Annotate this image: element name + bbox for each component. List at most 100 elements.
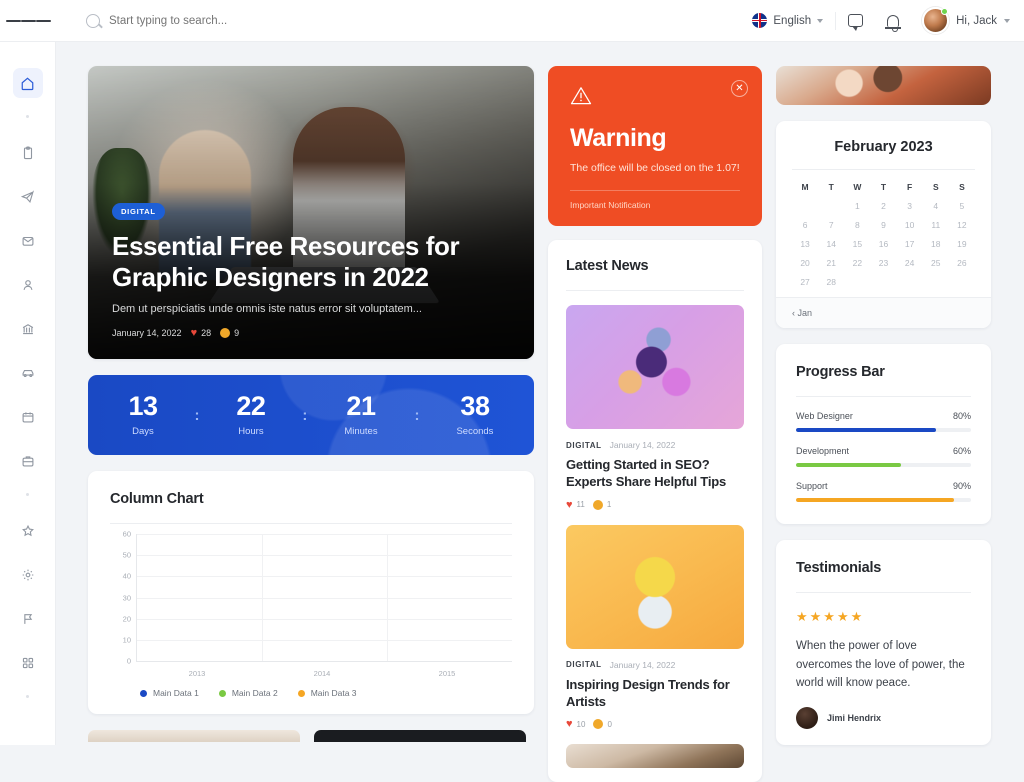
user-menu[interactable]: Hi, Jack [912,7,1010,34]
calendar-day[interactable]: 17 [897,239,923,249]
calendar-day[interactable]: 18 [923,239,949,249]
sidebar-item-users[interactable] [13,270,43,300]
online-status-dot [941,8,949,15]
divider [792,169,975,171]
calendar-day[interactable]: 5 [949,201,975,211]
progress-fill [796,428,936,433]
bottom-card-right[interactable] [314,730,526,742]
calendar-day[interactable]: 15 [844,239,870,249]
sidebar-item-send[interactable] [13,182,43,212]
calendar-day[interactable]: 3 [897,201,923,211]
list-item[interactable]: DIGITAL January 14, 2022 Inspiring Desig… [566,524,744,730]
calendar-day[interactable]: 21 [818,258,844,268]
list-item[interactable] [566,744,744,769]
hamburger-icon[interactable] [0,18,56,24]
y-axis-tick: 50 [122,550,131,560]
countdown-seconds: 38 Seconds [456,393,494,438]
uk-flag-icon [752,13,768,28]
calendar-day[interactable]: 16 [870,239,896,249]
search-input[interactable] [109,14,369,27]
news-section-title: Latest News [566,258,649,274]
chat-button[interactable] [836,0,874,42]
sidebar-item-home[interactable] [12,68,43,98]
sidebar-item-settings[interactable] [13,560,43,590]
grid-line [137,534,512,535]
search-bar[interactable] [86,13,740,28]
avatar [922,7,950,34]
sidebar-item-briefcase[interactable] [13,446,43,476]
chart-plot-area: 0 10 20 30 40 50 60 2013 2014 2015 [123,530,512,678]
hero-text: DIGITAL Essential Free Resources for Gra… [112,201,514,339]
sidebar-item-bank[interactable] [13,314,43,344]
calendar-day[interactable]: 10 [897,220,923,230]
testimonials-title: Testimonials [796,560,882,577]
legend-item[interactable]: Main Data 3 [297,688,357,698]
calendar-day[interactable]: 20 [792,258,818,268]
calendar-grid: M T W T F S S 1 2 3 4 5 6 7 8 9 10 11 12 13 14 15 16 17 18 19 20 21… [792,182,975,287]
sidebar-item-favorites[interactable] [13,516,43,546]
legend-swatch [140,689,147,697]
hero-like-count: 28 [201,328,212,338]
legend-item[interactable]: Main Data 2 [218,688,278,698]
sidebar-item-calendar[interactable] [13,402,43,432]
calendar-day[interactable]: 12 [949,220,975,230]
calendar-day[interactable]: 2 [870,201,896,211]
sidebar-item-car[interactable] [13,358,43,388]
hero-article-card[interactable]: DIGITAL Essential Free Resources for Gra… [88,66,534,359]
bottom-card-left[interactable] [88,730,300,742]
testimonial-author: Jimi Hendrix [796,707,971,729]
sidebar-item-mail[interactable] [13,226,43,256]
hero-date: January 14, 2022 [112,328,182,338]
grid-line [137,576,512,578]
news-meta: DIGITAL January 14, 2022 [566,440,744,450]
calendar-day[interactable]: 4 [923,201,949,211]
legend-item[interactable]: Main Data 1 [140,688,199,698]
countdown-days: 13 Days [128,393,158,438]
calendar-day[interactable]: 7 [818,220,844,230]
calendar-prev-month[interactable]: ‹ Jan [776,297,991,329]
calendar-day[interactable]: 11 [923,220,949,230]
calendar-day[interactable]: 9 [870,220,896,230]
bell-icon [885,14,902,32]
countdown-value: 22 [236,391,266,421]
calendar-day[interactable]: 13 [792,239,818,249]
sidebar-item-flag[interactable] [13,604,43,634]
calendar-day[interactable]: 14 [818,239,844,249]
progress-label: Support [796,481,828,492]
notifications-button[interactable] [874,0,912,42]
calendar-day[interactable]: 26 [949,258,975,268]
testimonial-quote: When the power of love overcomes the lov… [796,640,965,690]
calendar-day[interactable]: 25 [923,258,949,268]
language-selector[interactable]: English [740,13,835,28]
grid-line [262,534,263,661]
promo-photo-card[interactable] [776,66,991,106]
calendar-day[interactable]: 24 [897,258,923,268]
calendar-day[interactable]: 6 [792,220,818,230]
calendar-day[interactable]: 1 [844,201,870,211]
y-axis-tick: 20 [122,614,131,624]
calendar-day[interactable]: 22 [844,258,870,268]
comment-icon [220,328,231,338]
close-icon[interactable]: ✕ [731,80,748,97]
list-item[interactable]: DIGITAL January 14, 2022 Getting Started… [566,305,744,511]
countdown-label: Seconds [456,426,494,437]
calendar-day[interactable]: 23 [870,258,896,268]
divider [796,396,971,398]
calendar-day[interactable]: 28 [818,277,844,287]
countdown-timer: 13 Days : 22 Hours : 21 Minutes : 38 Sec… [88,375,534,455]
calendar-day[interactable]: 27 [792,277,818,287]
calendar-day[interactable]: 8 [844,220,870,230]
progress-track [796,463,971,468]
news-title: Inspiring Design Trends for Artists [566,676,730,709]
sidebar-item-grid[interactable] [13,648,43,678]
bottom-cards-row [88,730,534,742]
warning-card: ✕ Warning The office will be closed on t… [548,66,762,226]
column-chart-card: Column Chart 0 10 20 30 40 50 60 2013 2014 2015 M… [88,471,534,714]
calendar-dow: W [853,182,862,193]
warning-heading: Warning [570,124,667,152]
sidebar-separator [26,115,29,118]
calendar-day[interactable]: 19 [949,239,975,249]
sidebar-item-clipboard[interactable] [13,138,43,168]
y-axis-tick: 40 [122,571,131,581]
divider [110,523,512,524]
